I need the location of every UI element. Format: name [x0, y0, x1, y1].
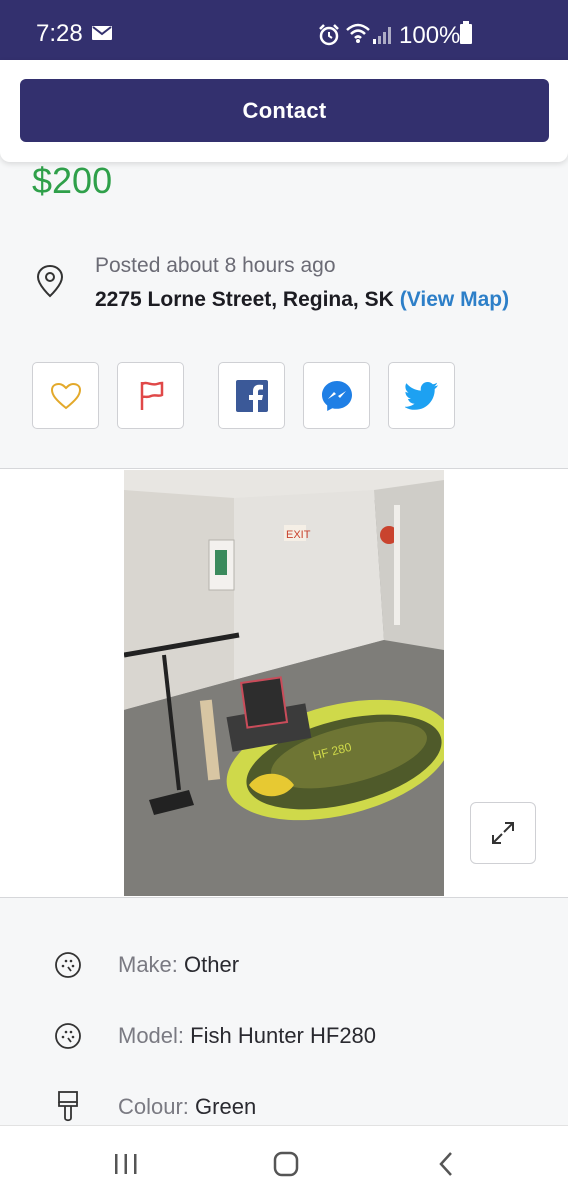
facebook-icon [235, 379, 268, 412]
attribute-value: Green [195, 1094, 257, 1119]
messenger-share-button[interactable] [303, 362, 370, 429]
report-button[interactable] [117, 362, 184, 429]
listing-price: $200 [32, 160, 113, 201]
wifi-icon [346, 23, 370, 43]
back-icon [439, 1152, 452, 1176]
recent-apps-icon [115, 1154, 137, 1174]
battery-icon [460, 21, 472, 44]
listing-photo[interactable]: HF 280 EXIT [124, 470, 444, 896]
mail-icon [92, 26, 112, 40]
android-nav-bar [0, 1125, 568, 1201]
recent-apps-button[interactable] [110, 1146, 142, 1182]
contact-bar: Contact [0, 60, 568, 162]
alarm-icon [319, 24, 339, 46]
signal-icon [373, 27, 391, 44]
expand-icon [492, 822, 514, 844]
attribute-label: Make: [118, 952, 178, 977]
heart-icon [50, 382, 81, 409]
attribute-colour: Colour: Green [50, 1087, 256, 1127]
attribute-model: Model: Fish Hunter HF280 [50, 1016, 376, 1056]
speedometer-icon [50, 947, 86, 983]
facebook-share-button[interactable] [218, 362, 285, 429]
attribute-value: Fish Hunter HF280 [190, 1023, 377, 1048]
speedometer-icon [50, 1018, 86, 1054]
messenger-icon [321, 380, 352, 411]
attribute-label: Model: [118, 1023, 185, 1048]
favorite-button[interactable] [32, 362, 99, 429]
view-map-link[interactable]: (View Map) [400, 288, 509, 311]
address-text: 2275 Lorne Street, Regina, SK [95, 288, 394, 311]
expand-image-button[interactable] [470, 802, 536, 864]
location-pin-icon [36, 264, 64, 298]
paintbrush-icon [50, 1089, 86, 1125]
attribute-make: Make: Other [50, 945, 239, 985]
attribute-label: Colour: [118, 1094, 189, 1119]
home-button[interactable] [268, 1146, 304, 1182]
svg-text:EXIT: EXIT [286, 529, 311, 541]
home-icon [273, 1151, 299, 1177]
flag-icon [140, 381, 163, 410]
battery-percent: 100% [399, 22, 461, 49]
image-gallery[interactable]: HF 280 EXIT [0, 468, 568, 898]
posted-time: Posted about 8 hours ago [95, 254, 336, 277]
status-time: 7:28 [36, 20, 83, 47]
back-button[interactable] [430, 1146, 462, 1182]
twitter-share-button[interactable] [388, 362, 455, 429]
listing-address: 2275 Lorne Street, Regina, SK (View Map) [95, 288, 509, 312]
contact-button[interactable]: Contact [20, 79, 549, 142]
attribute-value: Other [184, 952, 240, 977]
twitter-icon [404, 381, 438, 410]
status-bar: 7:28 100% [0, 0, 568, 60]
